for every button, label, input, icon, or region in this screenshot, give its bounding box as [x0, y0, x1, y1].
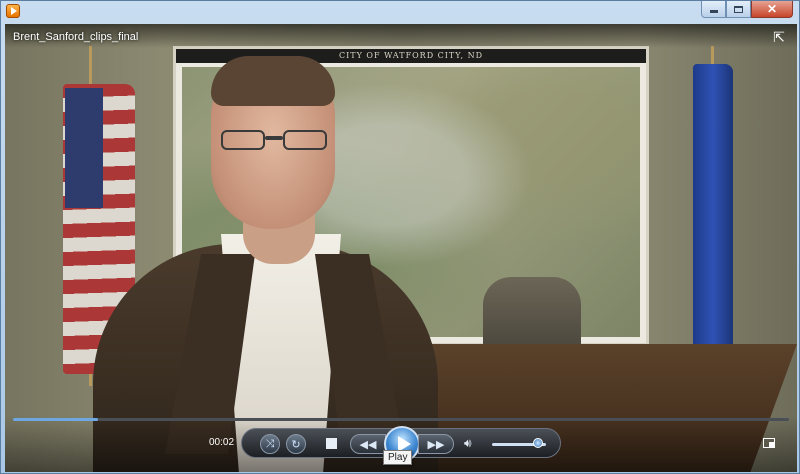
caption-buttons: ✕ — [701, 1, 793, 18]
glasses-bridge — [265, 136, 283, 140]
glasses-lens-left — [221, 130, 265, 150]
glasses-lens-right — [283, 130, 327, 150]
media-player-window: ✕ CITY OF WATFORD CITY, ND Brent_Sanford… — [0, 0, 800, 474]
speaker-hair — [211, 56, 335, 106]
maximize-button[interactable] — [726, 1, 751, 18]
volume-slider-thumb[interactable] — [532, 438, 543, 448]
shuffle-icon: ⤨ — [265, 437, 275, 450]
repeat-button[interactable]: ↻ — [286, 434, 306, 454]
minimize-button[interactable] — [701, 1, 726, 18]
speaker-glasses — [221, 130, 331, 152]
video-title: Brent_Sanford_clips_final — [13, 31, 139, 43]
fullscreen-icon[interactable] — [763, 438, 775, 448]
previous-icon: ◀◀ — [359, 438, 377, 451]
repeat-icon: ↻ — [291, 438, 301, 451]
previous-button[interactable]: ◀◀ — [350, 434, 386, 454]
volume-icon[interactable]: 🔊︎ — [464, 436, 472, 451]
close-icon: ✕ — [766, 2, 778, 16]
title-bar[interactable]: ✕ — [1, 1, 799, 21]
maximize-icon — [734, 5, 743, 13]
next-button[interactable]: ▶▶ — [418, 434, 454, 454]
elapsed-time: 00:02 — [209, 437, 235, 448]
play-tooltip: Play — [383, 450, 413, 465]
speaker-figure — [93, 54, 453, 472]
stop-button[interactable] — [326, 438, 337, 449]
media-player-app-icon[interactable] — [6, 4, 20, 18]
minimize-icon — [709, 10, 718, 13]
next-icon: ▶▶ — [427, 438, 445, 451]
state-flag — [693, 64, 733, 364]
video-area[interactable]: CITY OF WATFORD CITY, ND Brent_Sanford_c… — [5, 24, 797, 472]
close-button[interactable]: ✕ — [751, 1, 793, 18]
seek-bar-progress — [13, 418, 99, 421]
shuffle-button[interactable]: ⤨ — [260, 434, 280, 454]
seek-bar[interactable] — [13, 418, 789, 421]
switch-to-library-icon[interactable]: ⇱ — [771, 30, 787, 44]
